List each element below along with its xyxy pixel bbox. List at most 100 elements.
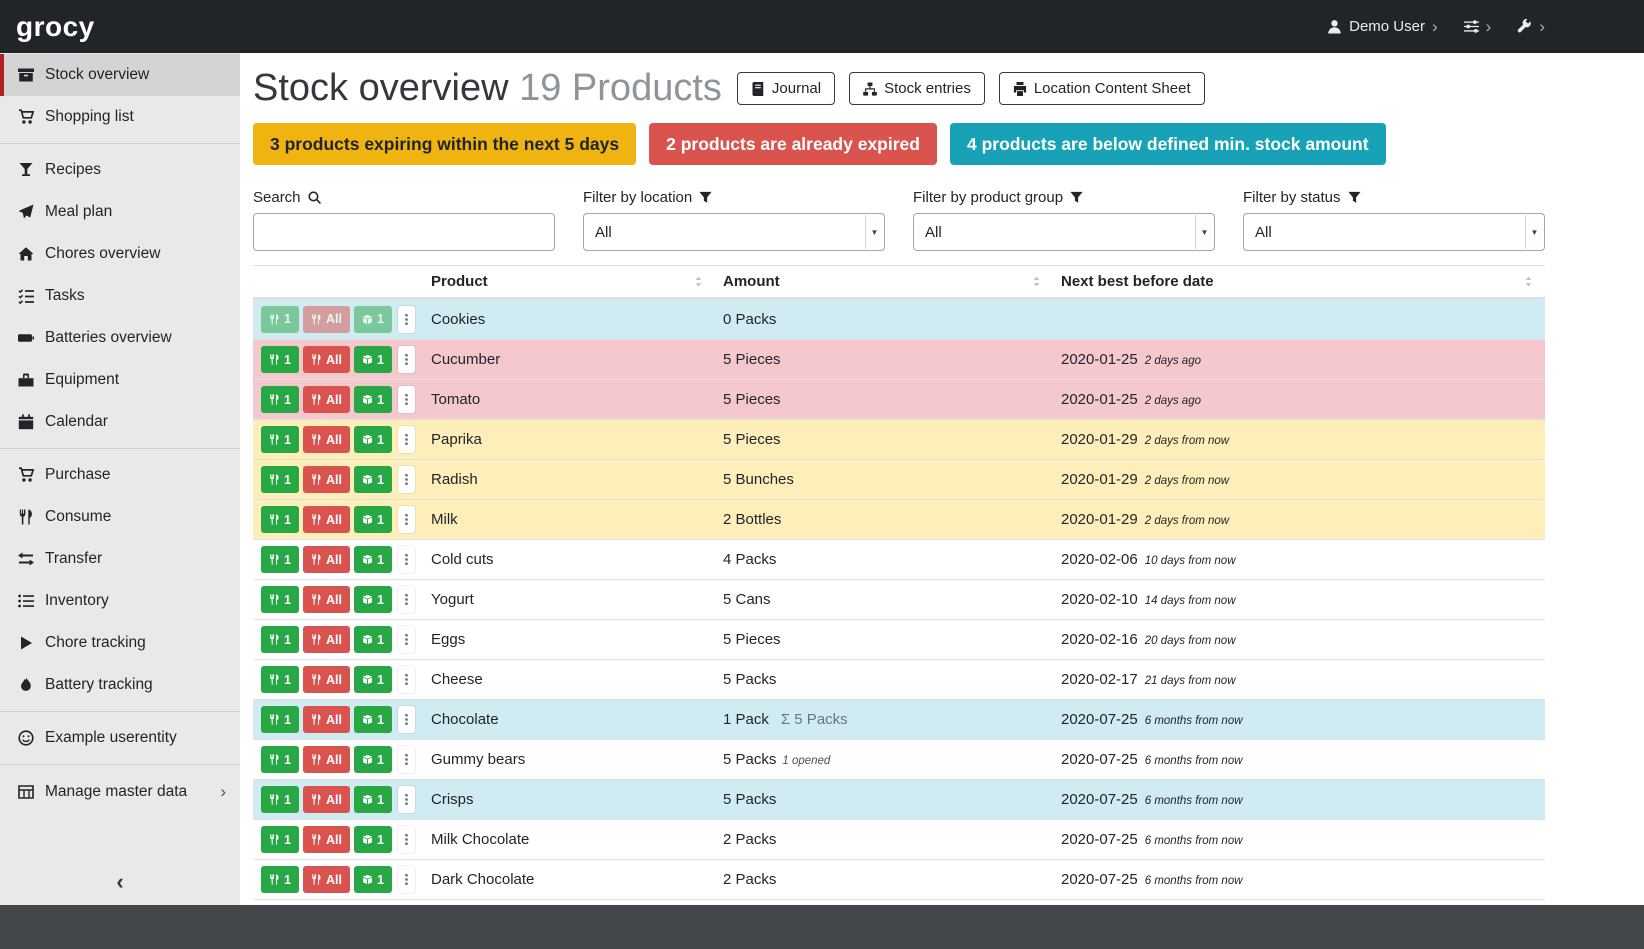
consume-all-button[interactable]: All [303,706,350,733]
consume-all-button[interactable]: All [303,346,350,373]
sidebar-item-transfer[interactable]: Transfer [0,538,240,580]
row-menu-button[interactable] [398,706,415,733]
consume-one-button[interactable]: 1 [261,546,299,573]
consume-one-button[interactable]: 1 [261,426,299,453]
stock-entries-button[interactable]: Stock entries [849,72,985,105]
row-menu-button[interactable] [398,786,415,813]
journal-button[interactable]: Journal [737,72,835,105]
sidebar-item-manage-master-data[interactable]: Manage master data› [0,770,240,814]
sidebar-item-chores-overview[interactable]: Chores overview [0,233,240,275]
consume-one-button[interactable]: 1 [261,626,299,653]
open-one-button[interactable]: 1 [354,866,392,893]
row-menu-button[interactable] [398,746,415,773]
row-menu-button[interactable] [398,346,415,373]
sidebar-item-example-userentity[interactable]: Example userentity [0,717,240,759]
sidebar-collapse-button[interactable]: ‹ [0,859,240,905]
search-input[interactable] [253,213,555,251]
consume-all-button[interactable]: All [303,626,350,653]
product-name[interactable]: Yogurt [423,591,715,608]
consume-one-button[interactable]: 1 [261,666,299,693]
consume-one-button[interactable]: 1 [261,346,299,373]
consume-one-button[interactable]: 1 [261,306,299,333]
product-name[interactable]: Eggs [423,631,715,648]
consume-all-button[interactable]: All [303,506,350,533]
consume-all-button[interactable]: All [303,666,350,693]
product-name[interactable]: Cookies [423,311,715,328]
consume-one-button[interactable]: 1 [261,706,299,733]
column-next-best-before-date[interactable]: Next best before date [1053,266,1545,297]
consume-all-button[interactable]: All [303,386,350,413]
consume-all-button[interactable]: All [303,786,350,813]
sidebar-item-tasks[interactable]: Tasks [0,275,240,317]
product-name[interactable]: Gummy bears [423,751,715,768]
consume-one-button[interactable]: 1 [261,746,299,773]
row-menu-button[interactable] [398,666,415,693]
product-name[interactable]: Cucumber [423,351,715,368]
settings-menu[interactable]: › [1464,18,1492,35]
column-amount[interactable]: Amount [715,266,1053,297]
open-one-button[interactable]: 1 [354,346,392,373]
open-one-button[interactable]: 1 [354,786,392,813]
sidebar-item-shopping-list[interactable]: Shopping list [0,96,240,138]
app-logo[interactable]: grocy [16,11,95,43]
sidebar-item-recipes[interactable]: Recipes [0,149,240,191]
sidebar-item-batteries-overview[interactable]: Batteries overview [0,317,240,359]
product-name[interactable]: Dark Chocolate [423,871,715,888]
open-one-button[interactable]: 1 [354,426,392,453]
consume-one-button[interactable]: 1 [261,386,299,413]
sidebar-item-meal-plan[interactable]: Meal plan [0,191,240,233]
product-name[interactable]: Milk [423,511,715,528]
row-menu-button[interactable] [398,426,415,453]
sidebar-item-purchase[interactable]: Purchase [0,454,240,496]
consume-one-button[interactable]: 1 [261,466,299,493]
sidebar-item-chore-tracking[interactable]: Chore tracking [0,622,240,664]
sidebar-item-calendar[interactable]: Calendar [0,401,240,443]
consume-all-button[interactable]: All [303,746,350,773]
open-one-button[interactable]: 1 [354,386,392,413]
row-menu-button[interactable] [398,386,415,413]
open-one-button[interactable]: 1 [354,626,392,653]
product-name[interactable]: Cold cuts [423,551,715,568]
banner-below-min[interactable]: 4 products are below defined min. stock … [950,123,1386,165]
sidebar-item-equipment[interactable]: Equipment [0,359,240,401]
open-one-button[interactable]: 1 [354,706,392,733]
consume-all-button[interactable]: All [303,546,350,573]
product-name[interactable]: Crisps [423,791,715,808]
sidebar-item-stock-overview[interactable]: Stock overview [0,54,240,96]
open-one-button[interactable]: 1 [354,506,392,533]
open-one-button[interactable]: 1 [354,666,392,693]
product-name[interactable]: Cheese [423,671,715,688]
consume-all-button[interactable]: All [303,826,350,853]
consume-one-button[interactable]: 1 [261,866,299,893]
banner-expired[interactable]: 2 products are already expired [649,123,937,165]
banner-expiring[interactable]: 3 products expiring within the next 5 da… [253,123,636,165]
open-one-button[interactable]: 1 [354,466,392,493]
row-menu-button[interactable] [398,826,415,853]
consume-all-button[interactable]: All [303,306,350,333]
status-filter-select[interactable]: All ▼ [1243,213,1545,251]
consume-one-button[interactable]: 1 [261,826,299,853]
user-menu[interactable]: Demo User › [1327,18,1438,35]
consume-all-button[interactable]: All [303,466,350,493]
consume-one-button[interactable]: 1 [261,786,299,813]
product-name[interactable]: Radish [423,471,715,488]
sidebar-item-inventory[interactable]: Inventory [0,580,240,622]
sidebar-item-battery-tracking[interactable]: Battery tracking [0,664,240,706]
open-one-button[interactable]: 1 [354,306,392,333]
location-filter-select[interactable]: All ▼ [583,213,885,251]
row-menu-button[interactable] [398,546,415,573]
open-one-button[interactable]: 1 [354,826,392,853]
row-menu-button[interactable] [398,866,415,893]
product-group-filter-select[interactable]: All ▼ [913,213,1215,251]
consume-all-button[interactable]: All [303,426,350,453]
consume-one-button[interactable]: 1 [261,586,299,613]
sidebar-item-consume[interactable]: Consume [0,496,240,538]
open-one-button[interactable]: 1 [354,586,392,613]
product-name[interactable]: Chocolate [423,711,715,728]
open-one-button[interactable]: 1 [354,546,392,573]
product-name[interactable]: Paprika [423,431,715,448]
row-menu-button[interactable] [398,466,415,493]
location-content-sheet-button[interactable]: Location Content Sheet [999,72,1205,105]
row-menu-button[interactable] [398,626,415,653]
consume-all-button[interactable]: All [303,866,350,893]
